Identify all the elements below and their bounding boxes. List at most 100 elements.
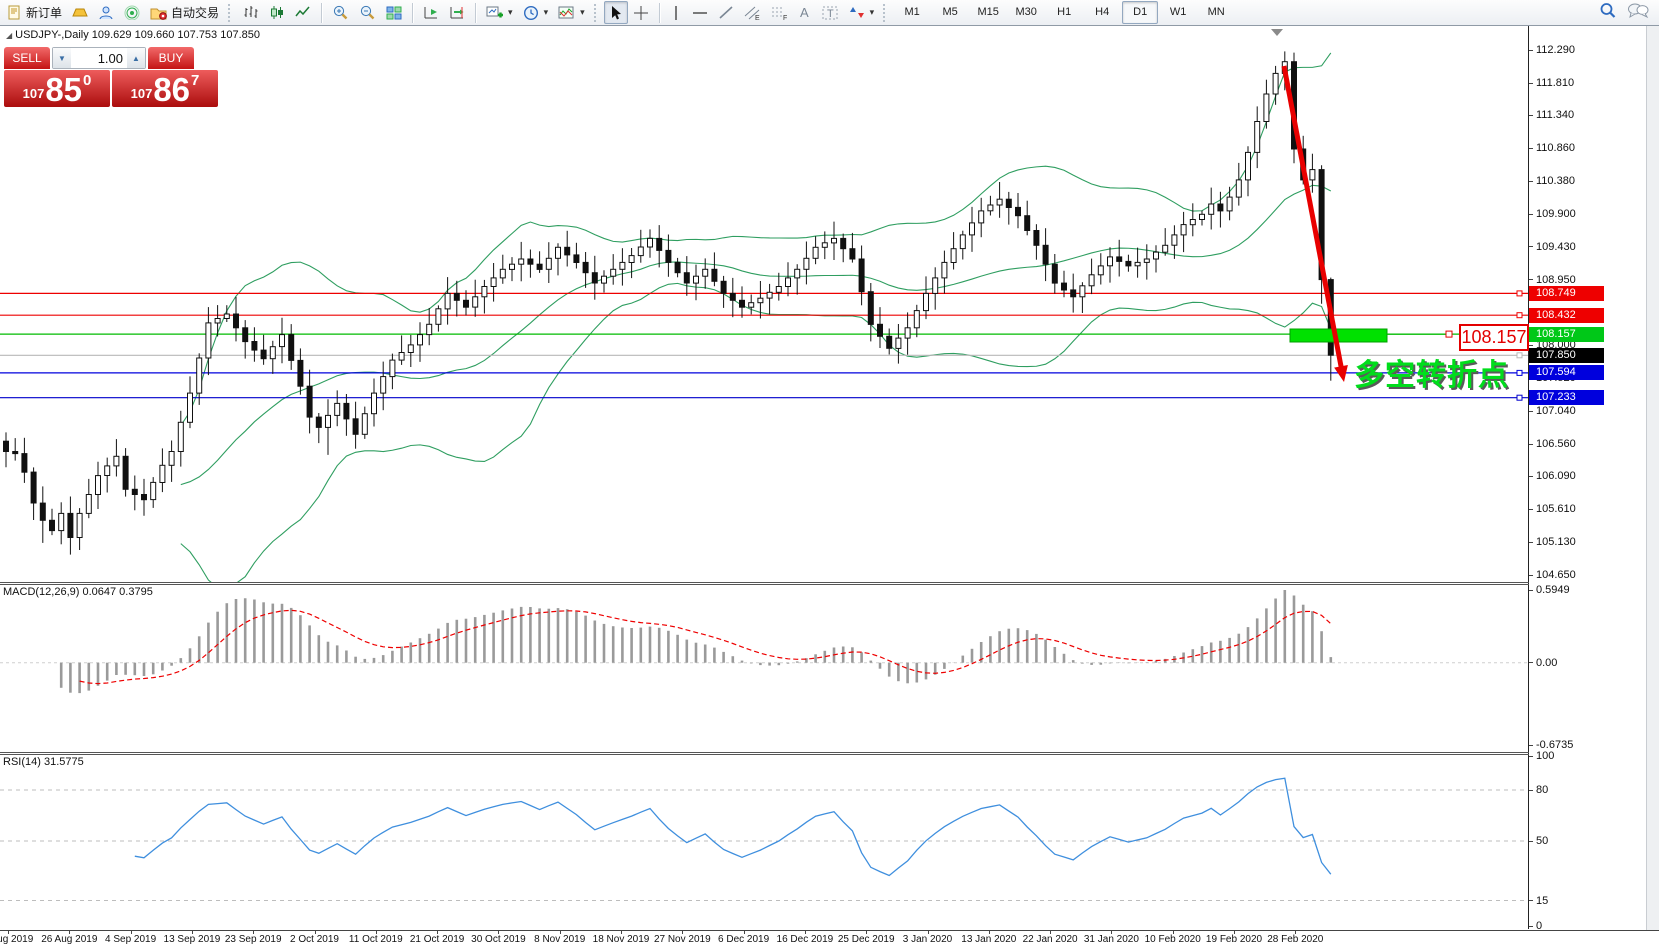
pane-separator-1b[interactable] [0, 584, 1659, 585]
hline-anchor[interactable] [1517, 313, 1522, 318]
autotrade-button[interactable]: 自动交易 [145, 1, 224, 24]
time-axis[interactable]: 5 Aug 201926 Aug 20194 Sep 201913 Sep 20… [0, 930, 1659, 945]
horizontal-line-icon [692, 6, 708, 20]
collapse-triangle-icon[interactable]: ◢ [6, 31, 12, 40]
bar-chart-button[interactable] [238, 1, 264, 24]
price-callout-108157[interactable]: 108.157 [1459, 324, 1529, 351]
price-tick: 111.810 [1529, 76, 1574, 90]
main-pane[interactable] [0, 29, 1528, 589]
price-chart-canvas[interactable] [0, 26, 1528, 929]
price-tick: 104.650 [1529, 568, 1576, 582]
text-label-tool[interactable]: T [817, 1, 844, 24]
buy-button[interactable]: BUY [148, 47, 194, 69]
indicators-button[interactable]: ▾ [553, 1, 590, 24]
equidistant-channel-tool[interactable]: E [739, 1, 766, 24]
toolbar-group-zoom [325, 0, 409, 25]
toolbar-drag-handle[interactable] [228, 4, 234, 22]
arrows-dropdown[interactable]: ▾ [870, 7, 875, 18]
time-label: 26 Aug 2019 [41, 934, 97, 945]
right-scroll-strip[interactable] [1646, 26, 1659, 945]
turning-point-annotation[interactable]: 多空转折点 [1354, 350, 1509, 394]
price-label-107.594: 107.594 [1529, 365, 1604, 380]
time-label: 16 Dec 2019 [777, 934, 834, 945]
autotrade-icon [150, 5, 167, 20]
crosshair-icon [633, 5, 649, 21]
timeframe-M5[interactable]: M5 [932, 1, 968, 24]
toolbar-group-new: ▾ ▾ ▾ [479, 0, 592, 25]
trend-arrow[interactable] [1284, 66, 1342, 372]
signals-button[interactable] [119, 1, 145, 24]
volume-increase-button[interactable]: ▲ [127, 48, 145, 68]
line-chart-button[interactable] [290, 1, 316, 24]
fibonacci-icon: F [771, 5, 788, 21]
buy-price-big: 86 [153, 73, 190, 106]
periods-button[interactable]: ▾ [518, 1, 554, 24]
tile-windows-button[interactable] [381, 1, 407, 24]
rsi-tick: 80 [1529, 783, 1548, 797]
timeframe-M1[interactable]: M1 [894, 1, 930, 24]
bollinger-upper-band[interactable] [181, 53, 1331, 426]
auto-scroll-button[interactable] [418, 1, 444, 24]
arrows-tool[interactable]: ▾ [844, 1, 880, 24]
indicators-dropdown[interactable]: ▾ [580, 7, 585, 18]
fibonacci-tool[interactable]: F [766, 1, 793, 24]
timeframe-W1[interactable]: W1 [1160, 1, 1196, 24]
indicators-icon [558, 5, 575, 21]
vertical-line-tool[interactable] [665, 1, 687, 24]
hline-anchor[interactable] [1517, 370, 1522, 375]
rsi-pane[interactable] [0, 778, 1528, 900]
buy-price-button[interactable]: 107 86 7 [112, 70, 218, 107]
line-chart-icon [295, 5, 311, 20]
price-tick: 105.130 [1529, 535, 1576, 549]
price-axis[interactable]: 112.290111.810111.340110.860110.380109.9… [1529, 26, 1646, 929]
zoom-out-button[interactable] [354, 1, 381, 24]
macd-pane[interactable] [0, 590, 1528, 693]
timeframe-D1[interactable]: D1 [1122, 1, 1158, 24]
new-chart-button[interactable]: ▾ [481, 1, 518, 24]
cursor-tool-button[interactable] [604, 1, 628, 24]
timeframe-M30[interactable]: M30 [1008, 1, 1044, 24]
candlestick-chart-button[interactable] [264, 1, 290, 24]
timeframe-H4[interactable]: H4 [1084, 1, 1120, 24]
chart-shift-button[interactable] [444, 1, 470, 24]
price-tick: 109.430 [1529, 240, 1576, 254]
toolbar-drag-handle3[interactable] [883, 4, 889, 22]
pane-separator-2b[interactable] [0, 754, 1659, 755]
pane-separator-2[interactable] [0, 752, 1659, 753]
sell-price-button[interactable]: 107 85 0 [4, 70, 110, 107]
hline-anchor[interactable] [1517, 291, 1522, 296]
timeframe-H1[interactable]: H1 [1046, 1, 1082, 24]
pane-separator-1[interactable] [0, 582, 1659, 583]
chat-icon[interactable] [1627, 2, 1649, 24]
periods-dropdown[interactable]: ▾ [544, 7, 549, 18]
macd-tick: 0.00 [1529, 656, 1557, 670]
volume-decrease-button[interactable]: ▼ [53, 48, 71, 68]
timeframe-MN[interactable]: MN [1198, 1, 1234, 24]
price-label-108.432: 108.432 [1529, 308, 1604, 323]
new-chart-dropdown[interactable]: ▾ [508, 7, 513, 18]
sell-button[interactable]: SELL [4, 47, 50, 69]
equidistant-channel-icon: E [744, 5, 761, 21]
zoom-in-button[interactable] [327, 1, 354, 24]
trendline-tool[interactable] [713, 1, 739, 24]
timeframe-M15[interactable]: M15 [970, 1, 1006, 24]
chart-end-marker[interactable] [1271, 29, 1283, 36]
svg-text:E: E [755, 15, 760, 21]
volume-value[interactable]: 1.00 [71, 48, 127, 68]
accounts-button[interactable] [93, 1, 119, 24]
hline-anchor[interactable] [1517, 353, 1522, 358]
text-tool[interactable]: A [793, 1, 817, 24]
hline-anchor[interactable] [1517, 395, 1522, 400]
toolbar-drag-handle2[interactable] [594, 4, 600, 22]
crosshair-tool-button[interactable] [628, 1, 654, 24]
chart-area: ◢USDJPY-,Daily 109.629 109.660 107.753 1… [0, 26, 1659, 945]
deposit-button[interactable] [67, 1, 93, 24]
new-order-button[interactable]: 新订单 [2, 1, 67, 24]
price-tick: 106.560 [1529, 437, 1576, 451]
horizontal-line-tool[interactable] [687, 1, 713, 24]
price-label-108.157: 108.157 [1529, 327, 1604, 342]
callout-anchor[interactable] [1446, 331, 1452, 337]
search-icon[interactable] [1599, 2, 1617, 24]
bollinger-middle-band[interactable] [181, 185, 1331, 484]
bollinger-lower-band[interactable] [181, 283, 1331, 589]
